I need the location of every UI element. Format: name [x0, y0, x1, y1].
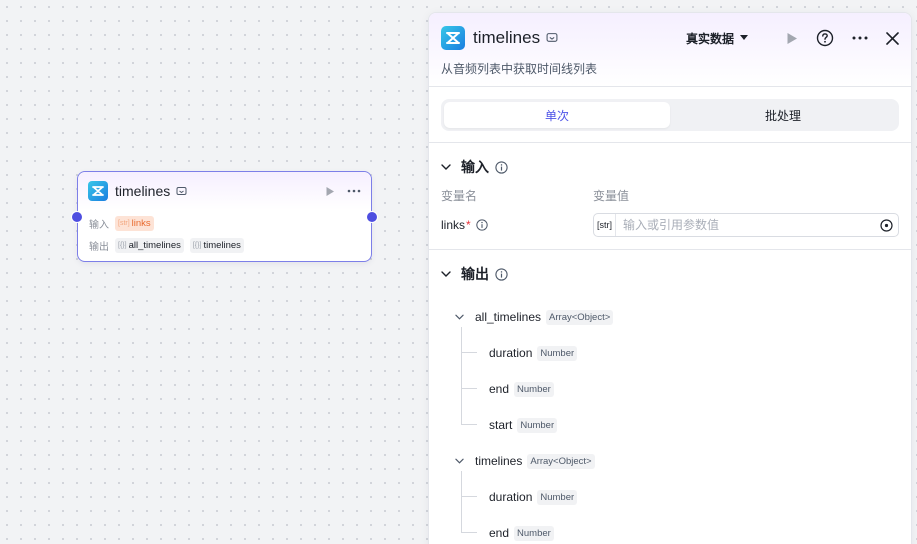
chevron-down-icon	[441, 164, 451, 170]
data-source-select[interactable]: 真实数据	[686, 30, 748, 47]
string-type-icon: [str]	[118, 219, 130, 227]
array-object-type-icon: [{}]	[192, 241, 202, 249]
section-divider	[429, 249, 911, 250]
output-field-timelines: timelines Array<Object> duration Number …	[455, 443, 899, 544]
input-section-header[interactable]: 输入	[441, 156, 899, 178]
output-section-header[interactable]: 输出	[441, 263, 899, 285]
help-icon[interactable]	[816, 29, 834, 47]
field-name: all_timelines	[475, 310, 542, 324]
links-value-field: [str]	[593, 213, 899, 237]
field-type-badge: Number	[537, 345, 578, 361]
field-type-badge: Array<Object>	[546, 309, 614, 325]
info-icon[interactable]	[495, 267, 508, 281]
capcut-logo-icon	[88, 181, 108, 201]
string-type-icon: [str]	[594, 214, 616, 236]
info-icon[interactable]	[476, 219, 488, 231]
output-param-name: timelines	[203, 239, 241, 251]
field-type-badge: Number	[517, 417, 558, 433]
array-object-type-icon: [{}]	[118, 241, 127, 249]
tree-child-row: start Number	[461, 407, 899, 443]
field-name: timelines	[475, 454, 523, 468]
close-icon[interactable]	[886, 31, 899, 45]
output-field-all-timelines: all_timelines Array<Object> duration Num…	[455, 299, 899, 443]
variable-table-header: 变量名 变量值	[441, 187, 899, 203]
field-type-badge: Number	[537, 489, 578, 505]
run-node-icon[interactable]	[325, 186, 335, 197]
field-name: start	[489, 418, 513, 432]
node-input-row: 输入 [str] links	[78, 213, 371, 233]
field-type-badge: Array<Object>	[527, 453, 595, 469]
chevron-down-icon[interactable]	[455, 314, 464, 320]
output-param-name: all_timelines	[128, 239, 181, 251]
field-name: duration	[489, 346, 533, 360]
field-children: duration Number end Number start Number	[461, 327, 899, 443]
var-value-column: 变量值	[593, 189, 630, 203]
tree-row[interactable]: all_timelines Array<Object>	[455, 299, 899, 335]
mode-tabs-bar: 单次 批处理	[429, 87, 911, 143]
node-output-row: 输出 [{}] all_timelines [{}] timelines	[78, 235, 371, 255]
reference-variable-icon[interactable]	[874, 218, 898, 232]
node-output-port[interactable]	[366, 211, 378, 223]
tree-child-row: end Number	[461, 371, 899, 407]
variable-name-text: links	[441, 218, 466, 232]
panel-subtitle: 从音频列表中获取时间线列表	[441, 62, 598, 76]
required-mark: *	[466, 218, 471, 232]
node-input-port[interactable]	[71, 211, 83, 223]
tab-single[interactable]: 单次	[444, 102, 670, 128]
field-name: end	[489, 526, 510, 540]
chevron-down-icon[interactable]	[455, 458, 464, 464]
panel-header: timelines 真实数据 从音频列表中获取时间线列表	[429, 13, 911, 87]
links-value-input[interactable]	[616, 218, 874, 232]
plugin-badge-icon	[176, 186, 187, 197]
variable-row-links: links * [str]	[441, 213, 899, 237]
timelines-node[interactable]: timelines 输入 [str] links 输出 [{}] all_tim…	[71, 171, 378, 262]
mode-tabs: 单次 批处理	[441, 99, 899, 131]
output-param-pill: [{}] all_timelines	[115, 237, 184, 253]
variable-name: links *	[441, 218, 593, 232]
chevron-down-icon	[441, 271, 451, 277]
more-options-icon[interactable]	[347, 189, 361, 193]
info-icon[interactable]	[495, 160, 508, 174]
node-output-label: 输出	[89, 241, 109, 253]
input-section-title: 输入	[461, 159, 489, 175]
capcut-logo-icon	[441, 26, 465, 50]
node-title: timelines	[115, 183, 171, 199]
panel-title: timelines	[473, 28, 541, 47]
var-name-column: 变量名	[441, 189, 478, 203]
field-type-badge: Number	[514, 381, 554, 397]
output-param-pill: [{}] timelines	[189, 237, 244, 253]
node-detail-panel: timelines 真实数据 从音频列表中获取时间线列表 单次 批处理 输入 变…	[428, 12, 912, 544]
field-children: duration Number end Number	[461, 471, 899, 544]
tree-child-row: end Number	[461, 515, 899, 544]
output-section-title: 输出	[461, 266, 489, 282]
more-options-icon[interactable]	[852, 36, 868, 40]
input-param-pill: [str] links	[115, 215, 154, 231]
input-param-name: links	[131, 217, 151, 229]
data-source-label: 真实数据	[685, 31, 734, 46]
tree-child-row: duration Number	[461, 479, 899, 515]
tree-child-row: duration Number	[461, 335, 899, 371]
field-name: duration	[489, 490, 533, 504]
run-play-icon[interactable]	[786, 32, 798, 45]
tree-row[interactable]: timelines Array<Object>	[455, 443, 899, 479]
output-tree: all_timelines Array<Object> duration Num…	[441, 299, 899, 544]
input-section: 输入 变量名 变量值 links * [str]	[429, 156, 911, 237]
field-type-badge: Number	[514, 525, 554, 541]
plugin-badge-icon	[546, 32, 558, 44]
caret-down-icon	[740, 35, 748, 40]
node-header: timelines	[78, 172, 371, 210]
tab-batch[interactable]: 批处理	[670, 102, 896, 128]
field-name: end	[489, 382, 510, 396]
node-input-label: 输入	[89, 219, 109, 231]
output-section: 输出 all_timelines Array<Object> duration …	[429, 263, 911, 544]
